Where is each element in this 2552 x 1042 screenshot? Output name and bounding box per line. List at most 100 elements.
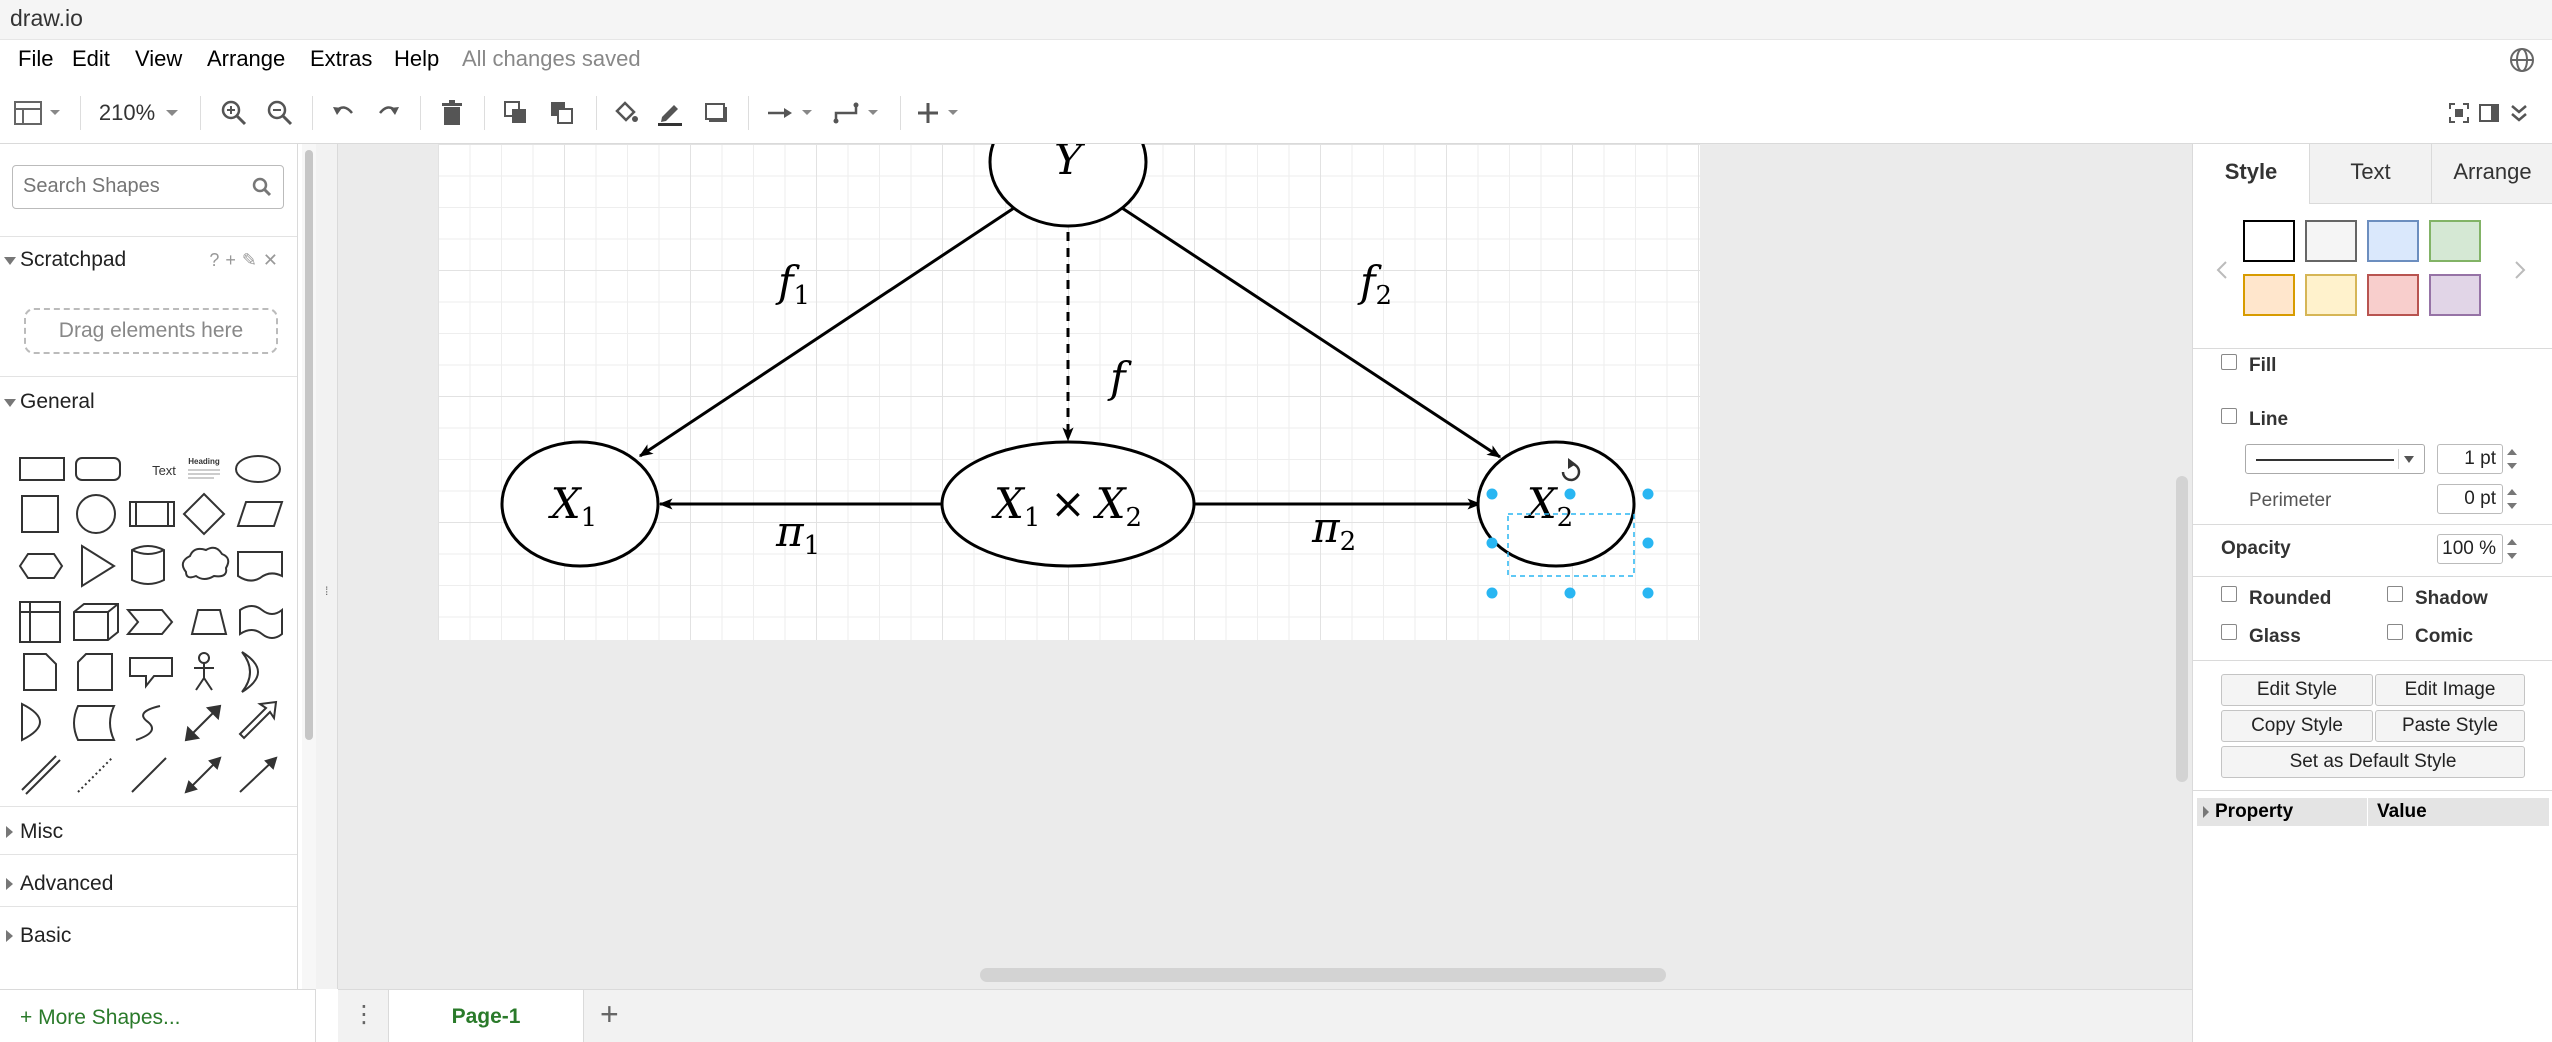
- style-swatch[interactable]: [2367, 274, 2419, 316]
- node-x1[interactable]: X1: [500, 440, 660, 568]
- collapse-toolbar-button[interactable]: [2506, 96, 2532, 130]
- menu-help[interactable]: Help: [394, 46, 439, 72]
- label-pi1[interactable]: π1: [775, 507, 820, 561]
- scratchpad-drop-zone[interactable]: Drag elements here: [24, 308, 278, 354]
- perimeter-stepper[interactable]: [2505, 484, 2519, 514]
- menu-file[interactable]: File: [18, 46, 53, 72]
- copy-style-button[interactable]: Copy Style: [2221, 710, 2373, 742]
- line-pattern-select[interactable]: [2245, 444, 2425, 474]
- label-f[interactable]: f: [1107, 353, 1132, 402]
- redo-button[interactable]: [370, 96, 406, 130]
- chevron-left-icon[interactable]: [2215, 260, 2229, 280]
- resize-handle-n[interactable]: [1564, 488, 1576, 500]
- dotted-line-shape[interactable]: [77, 757, 113, 793]
- rounded-rectangle-shape[interactable]: [75, 457, 121, 481]
- opacity-input[interactable]: 100 %: [2437, 534, 2503, 564]
- menu-view[interactable]: View: [135, 46, 182, 72]
- label-f2[interactable]: f2: [1357, 257, 1392, 311]
- glass-checkbox[interactable]: [2221, 624, 2237, 640]
- edge-f2[interactable]: [1121, 206, 1502, 459]
- card-shape[interactable]: [77, 653, 113, 691]
- tape-shape[interactable]: [239, 605, 283, 639]
- tab-page-1[interactable]: Page-1: [388, 990, 584, 1042]
- directional-connector-shape[interactable]: [239, 756, 278, 793]
- scratchpad-actions[interactable]: ?+✎✕: [209, 250, 284, 271]
- line-width-stepper[interactable]: [2505, 444, 2519, 474]
- resize-handle-ne[interactable]: [1642, 488, 1654, 500]
- menu-arrange[interactable]: Arrange: [207, 46, 285, 72]
- style-swatch[interactable]: [2243, 220, 2295, 262]
- menu-edit[interactable]: Edit: [72, 46, 110, 72]
- search-icon[interactable]: [251, 176, 273, 198]
- style-swatch[interactable]: [2305, 274, 2357, 316]
- canvas-vertical-scrollbar[interactable]: [2176, 476, 2188, 782]
- curve-shape[interactable]: [135, 705, 161, 741]
- set-default-style-button[interactable]: Set as Default Style: [2221, 746, 2525, 778]
- zoom-out-button[interactable]: [262, 96, 298, 130]
- resize-handle-s[interactable]: [1564, 587, 1576, 599]
- canvas-horizontal-scrollbar[interactable]: [980, 968, 1666, 982]
- sidebar-resize-handle[interactable]: ⁞: [316, 144, 338, 989]
- insert-dropdown[interactable]: [914, 96, 970, 130]
- format-panel-toggle[interactable]: [10, 96, 66, 130]
- double-line-shape[interactable]: [21, 755, 61, 795]
- comic-checkbox[interactable]: [2387, 624, 2403, 640]
- bidirectional-connector-shape[interactable]: [184, 756, 222, 794]
- triangle-shape[interactable]: [81, 544, 116, 588]
- add-page-icon[interactable]: +: [600, 996, 619, 1033]
- line-checkbox[interactable]: [2221, 408, 2237, 424]
- actor-shape[interactable]: [194, 652, 214, 691]
- edit-image-button[interactable]: Edit Image: [2375, 674, 2525, 706]
- hexagon-shape[interactable]: [18, 553, 64, 579]
- waypoints-dropdown[interactable]: [830, 96, 890, 130]
- scratchpad-header[interactable]: Scratchpad ?+✎✕: [0, 240, 297, 282]
- panel-toggle-button[interactable]: [2476, 96, 2502, 130]
- or-shape[interactable]: [241, 651, 259, 693]
- trapezoid-shape[interactable]: [190, 609, 228, 635]
- style-swatch[interactable]: [2429, 274, 2481, 316]
- advanced-header[interactable]: Advanced: [0, 864, 297, 906]
- edit-style-button[interactable]: Edit Style: [2221, 674, 2373, 706]
- delay-shape[interactable]: [21, 702, 41, 742]
- resize-handle-se[interactable]: [1642, 587, 1654, 599]
- undo-button[interactable]: [326, 96, 362, 130]
- fill-color-button[interactable]: [608, 96, 644, 130]
- language-globe-icon[interactable]: [2506, 44, 2538, 76]
- to-back-button[interactable]: [544, 96, 580, 130]
- heading-shape[interactable]: Heading: [188, 457, 220, 479]
- document-shape[interactable]: [237, 551, 283, 582]
- node-y[interactable]: Y: [988, 144, 1148, 228]
- tab-text[interactable]: Text: [2309, 144, 2431, 204]
- edge-f1[interactable]: [638, 206, 1015, 458]
- shadow-checkbox[interactable]: [2387, 586, 2403, 602]
- style-swatch[interactable]: [2367, 220, 2419, 262]
- fullscreen-button[interactable]: [2446, 96, 2472, 130]
- note-shape[interactable]: [23, 653, 57, 691]
- pages-menu-icon[interactable]: ⋮: [352, 1000, 376, 1029]
- label-pi2[interactable]: π2: [1311, 503, 1356, 557]
- line-color-button[interactable]: [652, 96, 688, 130]
- resize-handle-e[interactable]: [1642, 537, 1654, 549]
- circle-shape[interactable]: [76, 494, 116, 534]
- arrow-shape[interactable]: [238, 700, 278, 740]
- node-x2[interactable]: X2: [1476, 440, 1636, 568]
- paste-style-button[interactable]: Paste Style: [2375, 710, 2525, 742]
- more-shapes-link[interactable]: + More Shapes...: [20, 1006, 181, 1030]
- line-shape[interactable]: [131, 757, 167, 793]
- misc-header[interactable]: Misc: [0, 812, 297, 854]
- rounded-checkbox[interactable]: [2221, 586, 2237, 602]
- style-swatch[interactable]: [2243, 274, 2295, 316]
- resize-handle-sw[interactable]: [1486, 587, 1498, 599]
- diagram-canvas[interactable]: Y X1 X1 × X2 X2 f1 f2 f π1 π2: [338, 144, 2192, 989]
- cloud-shape[interactable]: [181, 546, 230, 580]
- callout-shape[interactable]: [129, 657, 173, 689]
- sidebar-scrollbar[interactable]: [302, 144, 316, 989]
- general-header[interactable]: General: [0, 382, 297, 424]
- style-swatch[interactable]: [2429, 220, 2481, 262]
- text-shape[interactable]: Text: [152, 463, 176, 478]
- resize-handle-w[interactable]: [1486, 537, 1498, 549]
- connection-style-dropdown[interactable]: [762, 96, 822, 130]
- zoom-in-button[interactable]: [216, 96, 252, 130]
- expand-caret-icon[interactable]: [2203, 806, 2209, 818]
- line-width-input[interactable]: 1 pt: [2437, 444, 2503, 474]
